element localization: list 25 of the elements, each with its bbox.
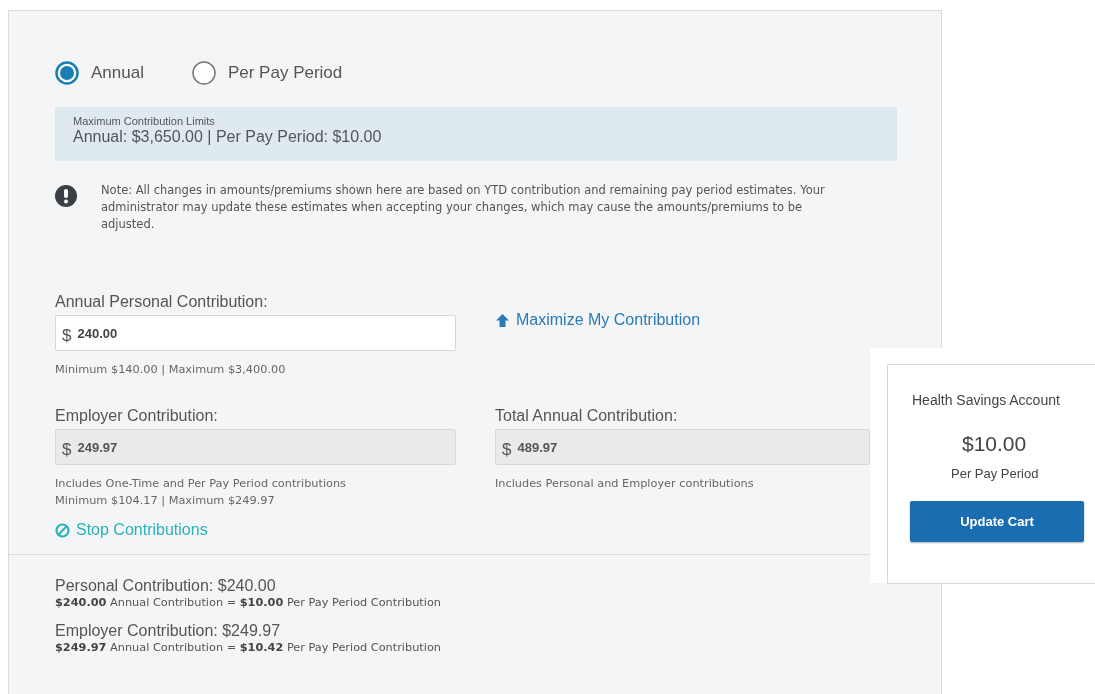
field-hint: Minimum $104.17 | Maximum $249.97	[55, 493, 276, 509]
update-cart-button[interactable]: Update Cart	[910, 501, 1084, 542]
summary-title: Employer Contribution: $249.97	[55, 622, 282, 640]
cart-period: Per Pay Period	[951, 466, 1039, 481]
limits-title: Maximum Contribution Limits	[73, 115, 216, 127]
maximize-link[interactable]: Maximize My Contribution	[495, 311, 701, 329]
radio-option[interactable]: Annual	[55, 61, 144, 85]
field-hint: Includes Personal and Employer contributions	[495, 476, 755, 492]
summary-detail: $240.00 Annual Contribution = $10.00 Per Pay Period Contribution	[55, 596, 442, 609]
field-hint: Minimum $140.00 | Maximum $3,400.00	[55, 362, 287, 378]
limits-text: Annual: $3,650.00 | Per Pay Period: $10.00	[73, 128, 383, 146]
amount-field[interactable]: $ 240.00	[55, 315, 456, 351]
radio-option[interactable]: Per Pay Period	[191, 61, 343, 85]
cart-title: Health Savings Account	[912, 392, 1060, 408]
cart-amount: $10.00	[962, 432, 1027, 456]
note-text: Note: All changes in amounts/premiums shown here are based on YTD contribution and remaining pay period estimates. Your administrator may update these estimates when accepting your changes, which may cause the amounts/premiums to be adjusted.	[101, 182, 826, 233]
field-label: Total Annual Contribution:	[495, 407, 679, 425]
prohibited-icon	[55, 522, 70, 538]
field-hint: Includes One-Time and Per Pay Period contributions	[55, 476, 347, 492]
field-label: Employer Contribution:	[55, 407, 219, 425]
exclamation-icon	[55, 185, 77, 207]
summary-detail: $249.97 Annual Contribution = $10.42 Per Pay Period Contribution	[55, 641, 442, 654]
field-label: Annual Personal Contribution:	[55, 293, 269, 311]
summary-title: Personal Contribution: $240.00	[55, 577, 277, 595]
arrow-up-icon	[495, 312, 510, 328]
